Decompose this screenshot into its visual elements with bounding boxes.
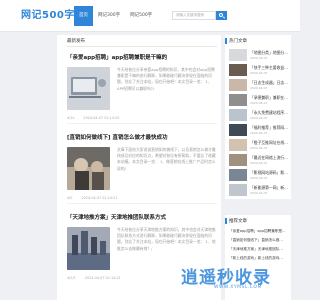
hot-article-item[interactable]: 「新能源第一网」新... 2024-04-07 [229, 183, 288, 198]
article-views: 4/1k [67, 116, 75, 120]
hot-article-item[interactable]: 「永久免费建站程序... 2024-04-07 [229, 108, 288, 123]
article-thumbnail[interactable] [67, 147, 110, 190]
section-divider [67, 46, 217, 47]
hot-article-date: 2024-04-07 [250, 161, 268, 165]
panel-accent-bar [225, 38, 227, 44]
search-input[interactable]: 请输入关键词搜索 [172, 11, 216, 20]
top-header: 网记500字 首页 网记300字 网记500字 请输入关键词搜索 [0, 0, 300, 32]
article-thumbnail[interactable] [67, 227, 110, 270]
article-title[interactable]: 「亲爱app招聘」app招聘兼职是干嘛的 [67, 53, 217, 61]
article-views: 4/2/1 [67, 276, 76, 280]
hot-article-date: 2024-04-07 [250, 191, 268, 195]
nav-item-500[interactable]: 网记500字 [125, 6, 157, 26]
hot-article-date: 2024-04-07 [250, 86, 268, 90]
article-title[interactable]: 「天津地推方案」天津地推团队联系方式 [67, 213, 217, 221]
article-meta: 4/1k 2024-04-07 01:14:20 [67, 116, 119, 120]
nav-item-300[interactable]: 网记300字 [93, 6, 125, 26]
watermark-url: WWW.XYMSL.COM [214, 285, 262, 290]
article-summary: 文章下面给大家说说直销如何做线下，以及直销怎么做才最快成功对应的知识点，希望对各… [117, 147, 216, 171]
article-divider [67, 203, 217, 204]
hot-article-item[interactable]: 「影视网站源码」影... 2024-04-07 [229, 168, 288, 183]
hot-article-item[interactable]: 「橙子互推网址在线... 2024-04-07 [229, 138, 288, 153]
article-meta: 4/0 2024-04-07 01:14:21 [67, 196, 117, 200]
hot-article-date: 2024-04-07 [250, 176, 268, 180]
article-thumbnail[interactable] [67, 67, 110, 110]
recommend-item[interactable]: 「直销如何做线下」直销怎么做... [229, 238, 287, 243]
hot-article-thumbnail[interactable] [229, 94, 247, 106]
panel-accent-bar [225, 218, 227, 224]
hot-article-date: 2024-04-07 [250, 71, 268, 75]
hot-article-item[interactable]: 「福利推荐」推荐网... 2024-04-07 [229, 123, 288, 138]
article-title[interactable]: [直销如何做线下] 直销怎么做才最快成功 [67, 133, 217, 141]
hot-article-item[interactable]: 「日志生成器」日志... 2024-04-07 [229, 78, 288, 93]
hot-article-thumbnail[interactable] [229, 184, 247, 196]
article-date: 2024-04-07 01:14:21 [81, 196, 118, 200]
hot-article-thumbnail[interactable] [229, 154, 247, 166]
search-button[interactable] [216, 11, 227, 20]
hot-article-item[interactable]: 「承德兼职」兼职在... 2024-04-07 [229, 93, 288, 108]
hot-article-date: 2024-04-07 [250, 116, 268, 120]
article-item: [直销如何做线下] 直销怎么做才最快成功 文章下面给大家说说直销如何做线下，以及… [67, 133, 217, 205]
hot-article-date: 2024-04-07 [250, 131, 268, 135]
hot-article-thumbnail[interactable] [229, 124, 247, 136]
site-logo[interactable]: 网记500字 [21, 6, 75, 21]
hot-article-date: 2024-04-07 [250, 56, 268, 60]
article-meta: 4/2/1 2024-04-07 01:14:21 [67, 276, 121, 280]
hot-article-thumbnail[interactable] [229, 109, 247, 121]
hot-article-item[interactable]: 「快手三种主要收益... 2024-04-07 [229, 63, 288, 78]
hot-article-date: 2024-04-07 [250, 146, 268, 150]
section-title: 最新发布 [67, 39, 85, 44]
article-date: 2024-04-07 01:14:20 [83, 116, 120, 120]
hot-article-thumbnail[interactable] [229, 169, 247, 181]
hot-article-date: 2024-04-07 [250, 101, 268, 105]
search-icon [219, 12, 223, 17]
hot-article-thumbnail[interactable] [229, 139, 247, 151]
main-nav: 首页 网记300字 网记500字 [74, 0, 157, 32]
article-views: 4/0 [67, 196, 73, 200]
recommend-item[interactable]: 「亲爱app招聘」app招聘兼职是... [229, 229, 287, 234]
hot-article-item[interactable]: 「最近在网络上流行... 2024-04-07 [229, 153, 288, 168]
article-summary: 今天给各位分享亲爱app招聘的知识，其中也会对app招聘兼职是干嘛的进行解释，如… [117, 67, 215, 91]
hot-article-thumbnail[interactable] [229, 64, 247, 76]
article-divider [67, 123, 217, 124]
hot-article-thumbnail[interactable] [229, 49, 247, 61]
hot-articles-panel: 热门文章 「地图分类」地图分... 2024-04-07 「快手三种主要收益... 2… [225, 35, 291, 199]
recommend-title: 推荐文章 [229, 219, 247, 224]
hot-article-thumbnail[interactable] [229, 79, 247, 91]
article-summary: 今天给各位分享天津地推方案的知识，其中也会对天津地推团队联系方式进行解释，如果能… [117, 227, 216, 251]
hot-articles-title: 热门文章 [229, 39, 247, 44]
article-item: 「亲爱app招聘」app招聘兼职是干嘛的 今天给各位分享亲爱app招聘的知识，其… [67, 53, 217, 125]
main-content: 最新发布 「亲爱app招聘」app招聘兼职是干嘛的 今天给各位分享亲爱app招聘… [57, 35, 221, 300]
article-date: 2024-04-07 01:14:21 [84, 276, 121, 280]
nav-item-home[interactable]: 首页 [74, 6, 93, 26]
hot-article-item[interactable]: 「地图分类」地图分... 2024-04-07 [229, 48, 288, 63]
recommend-item[interactable]: 「天津地推方案」天津地推团队... [229, 247, 287, 252]
recommend-item[interactable]: 「新上线的游戏」新上线的游戏... [229, 256, 287, 261]
